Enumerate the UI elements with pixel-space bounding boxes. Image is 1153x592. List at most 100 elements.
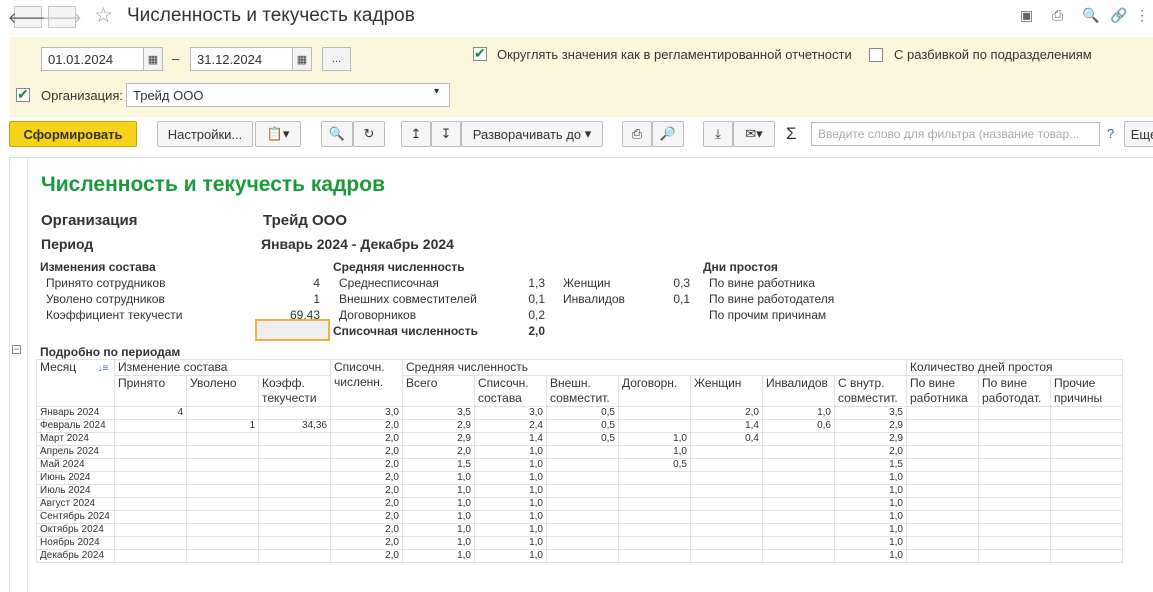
table-cell[interactable]: 1,0 — [474, 484, 547, 498]
table-cell[interactable] — [258, 536, 331, 550]
table-cell[interactable] — [618, 406, 691, 420]
round-checkbox[interactable] — [473, 45, 487, 62]
table-cell[interactable]: 2,0 — [330, 523, 403, 537]
table-cell[interactable] — [690, 471, 763, 485]
table-cell[interactable] — [546, 445, 619, 459]
table-cell[interactable] — [762, 458, 835, 472]
chevron-down-icon[interactable]: ▾ — [434, 86, 439, 97]
table-cell[interactable] — [1050, 445, 1123, 459]
table-cell[interactable] — [114, 497, 187, 511]
table-cell[interactable]: 0,5 — [618, 458, 691, 472]
table-cell[interactable] — [978, 445, 1051, 459]
table-cell[interactable]: 2,9 — [834, 432, 907, 446]
table-cell[interactable] — [762, 432, 835, 446]
table-cell[interactable] — [762, 497, 835, 511]
table-cell[interactable] — [186, 497, 259, 511]
table-cell[interactable]: 3,0 — [474, 406, 547, 420]
row-month[interactable]: Март 2024 — [36, 432, 115, 446]
table-cell[interactable] — [690, 549, 763, 563]
table-cell[interactable] — [690, 484, 763, 498]
variant-button[interactable]: 📋▾ — [255, 121, 301, 147]
table-cell[interactable]: 2,0 — [330, 419, 403, 433]
table-cell[interactable]: 1,0 — [474, 458, 547, 472]
collapse-button[interactable]: ↥ — [401, 121, 431, 147]
table-cell[interactable]: 1,5 — [834, 458, 907, 472]
table-cell[interactable]: 2,0 — [834, 445, 907, 459]
table-cell[interactable] — [906, 549, 979, 563]
download-button[interactable]: ⤓ — [703, 121, 733, 147]
row-month[interactable]: Июнь 2024 — [36, 471, 115, 485]
row-month[interactable]: Август 2024 — [36, 497, 115, 511]
table-cell[interactable]: 2,0 — [402, 445, 475, 459]
table-cell[interactable] — [186, 432, 259, 446]
table-cell[interactable]: 0,5 — [546, 432, 619, 446]
table-cell[interactable] — [618, 497, 691, 511]
table-cell[interactable] — [258, 549, 331, 563]
table-cell[interactable]: 1,0 — [474, 471, 547, 485]
table-cell[interactable] — [1050, 432, 1123, 446]
table-cell[interactable]: 1,0 — [402, 484, 475, 498]
table-cell[interactable]: 1,0 — [474, 523, 547, 537]
table-cell[interactable]: 2,0 — [330, 458, 403, 472]
table-cell[interactable] — [618, 549, 691, 563]
sort-icon[interactable]: ↓≡ — [98, 363, 109, 374]
table-cell[interactable] — [114, 419, 187, 433]
find-next-button[interactable]: ↻ — [353, 121, 385, 147]
table-cell[interactable] — [762, 445, 835, 459]
table-cell[interactable] — [258, 523, 331, 537]
table-cell[interactable]: 1,0 — [474, 536, 547, 550]
table-cell[interactable]: 1,0 — [402, 471, 475, 485]
table-cell[interactable] — [186, 484, 259, 498]
table-cell[interactable] — [186, 549, 259, 563]
table-cell[interactable]: 3,0 — [330, 406, 403, 420]
split-checkbox[interactable] — [869, 48, 883, 62]
print-icon[interactable]: ⎙ — [1052, 7, 1063, 24]
org-select[interactable]: Трейд ООО — [126, 83, 450, 107]
link-icon[interactable]: 🔗 — [1110, 7, 1127, 24]
table-cell[interactable] — [978, 549, 1051, 563]
back-button[interactable]: 🡐 — [8, 6, 48, 28]
table-cell[interactable] — [618, 523, 691, 537]
table-cell[interactable] — [906, 419, 979, 433]
table-cell[interactable] — [762, 549, 835, 563]
row-month[interactable]: Ноябрь 2024 — [36, 536, 115, 550]
table-cell[interactable] — [978, 406, 1051, 420]
more-icon[interactable]: ⋮ — [1135, 7, 1149, 24]
table-cell[interactable]: 4 — [114, 406, 187, 420]
table-cell[interactable] — [258, 510, 331, 524]
table-cell[interactable]: 1,0 — [402, 536, 475, 550]
table-cell[interactable]: 1,0 — [402, 510, 475, 524]
table-cell[interactable]: 2,0 — [330, 484, 403, 498]
table-cell[interactable] — [978, 419, 1051, 433]
settings-button[interactable]: Настройки... — [157, 121, 253, 147]
table-cell[interactable] — [906, 484, 979, 498]
table-cell[interactable] — [1050, 523, 1123, 537]
table-cell[interactable]: 2,9 — [402, 419, 475, 433]
table-cell[interactable]: 2,0 — [330, 536, 403, 550]
expand-to-dropdown[interactable]: Разворачивать до ▾ — [461, 121, 603, 147]
find-button[interactable]: 🔍 — [321, 121, 353, 147]
table-cell[interactable]: 34,36 — [258, 419, 331, 433]
table-cell[interactable] — [546, 523, 619, 537]
table-cell[interactable] — [618, 536, 691, 550]
table-cell[interactable] — [186, 458, 259, 472]
table-cell[interactable] — [1050, 549, 1123, 563]
table-cell[interactable]: 0,6 — [762, 419, 835, 433]
forward-button[interactable]: 🡒 — [42, 6, 82, 28]
table-cell[interactable]: 2,0 — [330, 510, 403, 524]
table-cell[interactable] — [186, 445, 259, 459]
table-cell[interactable]: 0,5 — [546, 406, 619, 420]
filter-search-input[interactable]: Введите слово для фильтра (название това… — [811, 122, 1100, 146]
table-cell[interactable] — [906, 471, 979, 485]
table-cell[interactable] — [546, 471, 619, 485]
calendar-to-icon[interactable]: ▦ — [292, 47, 312, 71]
table-cell[interactable] — [114, 458, 187, 472]
table-cell[interactable]: 1,0 — [834, 471, 907, 485]
table-cell[interactable] — [762, 523, 835, 537]
row-month[interactable]: Июль 2024 — [36, 484, 115, 498]
table-cell[interactable]: 0,4 — [690, 432, 763, 446]
table-cell[interactable] — [186, 406, 259, 420]
table-cell[interactable] — [186, 536, 259, 550]
calendar-from-icon[interactable]: ▦ — [143, 47, 163, 71]
table-cell[interactable] — [114, 536, 187, 550]
